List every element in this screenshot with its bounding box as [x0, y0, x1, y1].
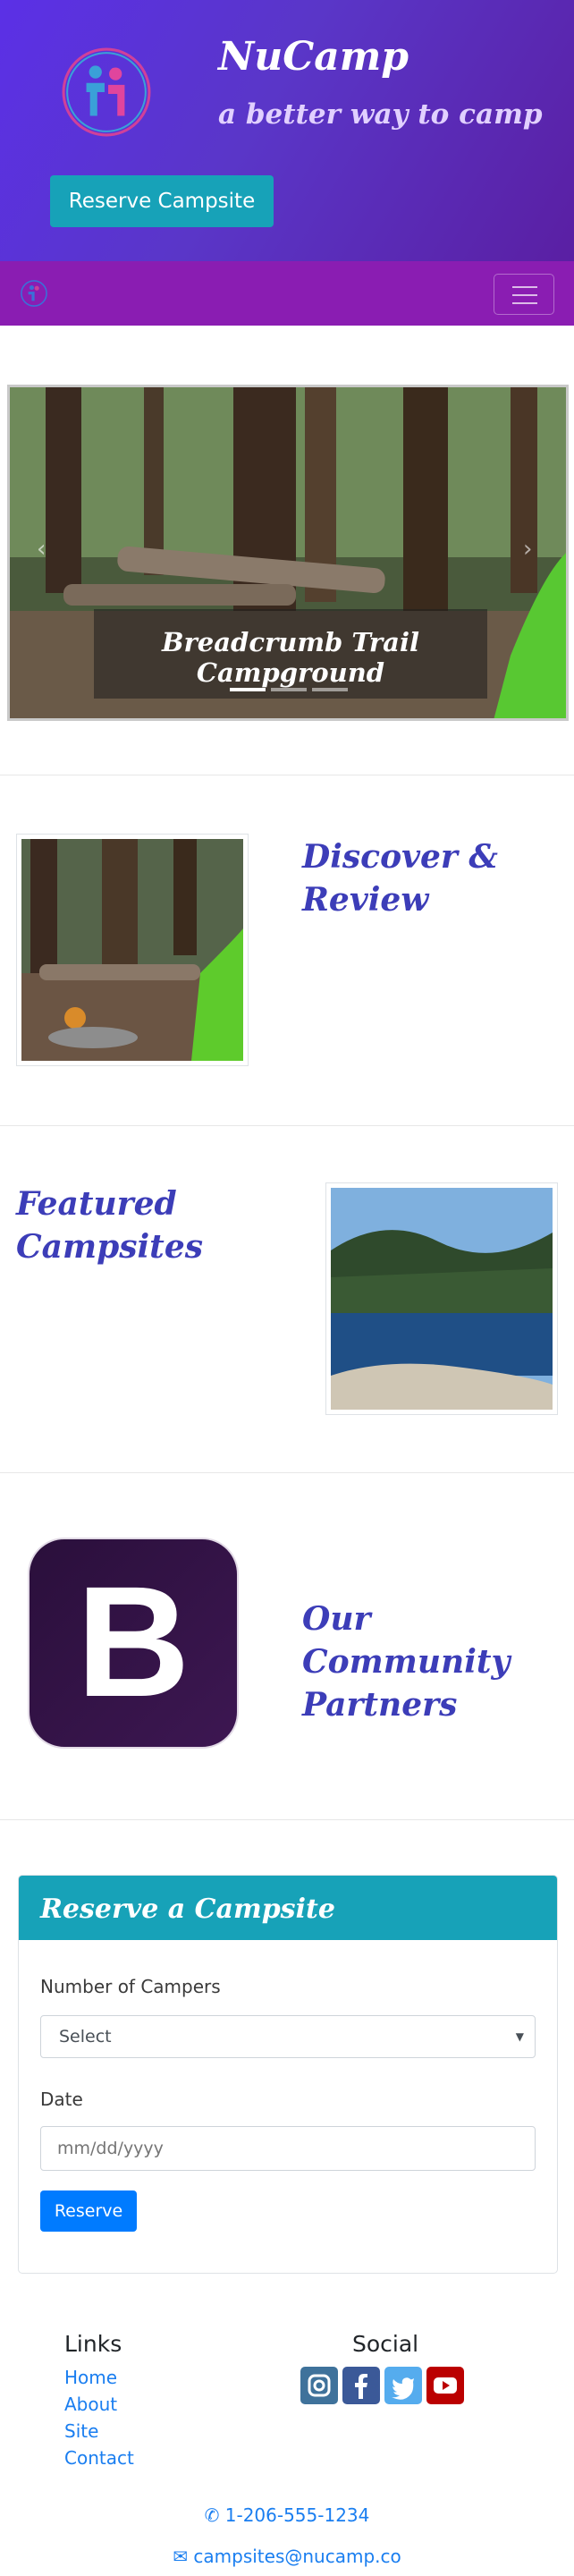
carousel-prev-icon[interactable]: ‹: [37, 536, 46, 563]
carousel-next-icon[interactable]: ›: [523, 536, 532, 563]
chevron-down-icon: ▼: [515, 2030, 524, 2043]
carousel-indicator-1[interactable]: [230, 688, 266, 691]
lake-image: [325, 1182, 558, 1415]
featured-campsites-heading: Featured Campsites: [16, 1185, 203, 1266]
brand-title: NuCamp: [218, 34, 409, 80]
date-label: Date: [40, 2089, 83, 2110]
campfire-image: [16, 834, 249, 1066]
section-divider: [0, 1125, 574, 1126]
campers-select-value: Select: [59, 2027, 112, 2046]
footer-link-site[interactable]: Site: [64, 2420, 98, 2442]
twitter-icon[interactable]: [384, 2367, 422, 2404]
navbar-toggler[interactable]: [494, 274, 554, 315]
links-heading: Links: [64, 2331, 122, 2357]
site-header: NuCamp a better way to camp Reserve Camp…: [0, 0, 574, 261]
reserve-campsite-button[interactable]: Reserve Campsite: [50, 175, 274, 227]
discover-review-heading: Discover & Review: [302, 838, 498, 919]
email-contact[interactable]: ✉ campsites@nucamp.co: [0, 2546, 574, 2567]
section-divider: [0, 1472, 574, 1473]
date-input[interactable]: [40, 2126, 536, 2171]
navbar: [0, 261, 574, 326]
reserve-card-title: Reserve a Campsite: [19, 1876, 557, 1940]
bootstrap-logo: B: [27, 1537, 240, 1750]
section-divider: [0, 1819, 574, 1820]
brand-tagline: a better way to camp: [218, 98, 543, 131]
carousel-caption: Breadcrumb Trail Campground: [162, 627, 419, 688]
reserve-submit-button[interactable]: Reserve: [40, 2190, 137, 2232]
phone-icon: ✆: [204, 2504, 225, 2526]
carousel-indicator-2[interactable]: [271, 688, 307, 691]
bootstrap-logo-letter: B: [76, 1555, 190, 1730]
nucamp-logo: [62, 47, 151, 137]
instagram-icon[interactable]: [300, 2367, 338, 2404]
facebook-icon[interactable]: [342, 2367, 380, 2404]
reserve-campsite-card: Reserve a Campsite Number of Campers Sel…: [18, 1875, 558, 2274]
carousel-indicator-3[interactable]: [312, 688, 348, 691]
envelope-icon: ✉: [173, 2546, 194, 2567]
phone-contact[interactable]: ✆ 1-206-555-1234: [0, 2504, 574, 2526]
social-heading: Social: [352, 2331, 419, 2357]
hamburger-icon: [512, 286, 537, 288]
youtube-icon[interactable]: [426, 2367, 464, 2404]
campers-label: Number of Campers: [40, 1976, 221, 1997]
email-address: campsites@nucamp.co: [193, 2546, 401, 2567]
footer-link-home[interactable]: Home: [64, 2367, 117, 2388]
campers-select[interactable]: Select ▼: [40, 2015, 536, 2058]
footer-link-about[interactable]: About: [64, 2394, 117, 2415]
campsite-carousel[interactable]: ‹ › Breadcrumb Trail Campground: [7, 385, 569, 721]
community-partners-heading: Our Community Partners: [302, 1600, 511, 1724]
footer-link-contact[interactable]: Contact: [64, 2447, 134, 2469]
phone-number: 1-206-555-1234: [224, 2504, 370, 2526]
navbar-logo[interactable]: [20, 279, 48, 308]
